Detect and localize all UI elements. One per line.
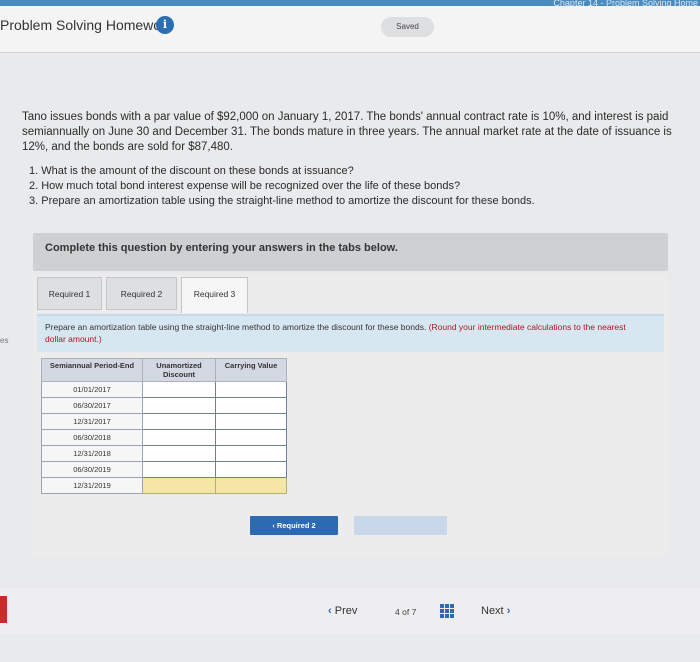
unamortized-discount-input[interactable] [142,477,216,494]
tab-required-3[interactable]: Required 3 [181,277,248,313]
period-cell: 12/31/2019 [41,477,143,494]
next-required-button[interactable] [354,516,447,535]
header-period: Semiannual Period-End [41,358,143,382]
tab-required-1[interactable]: Required 1 [37,277,102,310]
carrying-value-input[interactable] [215,413,287,430]
grid-icon[interactable] [440,604,454,618]
side-tab[interactable] [0,596,7,623]
total-pages: 7 [411,607,417,617]
table-row: 12/31/2018 [41,445,287,462]
amortization-table: Semiannual Period-End Unamortized Discou… [41,358,287,494]
carrying-value-input[interactable] [215,397,287,414]
carrying-value-input[interactable] [215,445,287,462]
carrying-value-input[interactable] [215,461,287,478]
table-row: 12/31/2017 [41,413,287,430]
table-row: 06/30/2018 [41,429,287,446]
period-cell: 12/31/2018 [41,445,143,462]
unamortized-discount-input[interactable] [142,429,216,446]
header-unamortized-discount: Unamortized Discount [142,358,216,382]
step-1: 1. What is the amount of the discount on… [29,165,354,177]
prev-label: Prev [334,605,358,617]
header: Problem Solving Homework i Saved [0,6,700,53]
side-label: es [0,336,9,345]
table-row: 01/01/2017 [41,381,287,398]
question-text: Tano issues bonds with a par value of $9… [22,111,672,153]
prev-required-button[interactable]: ‹ Required 2 [250,516,338,535]
unamortized-discount-input[interactable] [142,397,216,414]
step-2: 2. How much total bond interest expense … [29,180,461,192]
question-steps: 1. What is the amount of the discount on… [29,164,535,209]
step-3: 3. Prepare an amortization table using t… [29,195,535,207]
next-label: Next [481,605,504,617]
current-page: 4 [395,607,400,617]
carrying-value-input[interactable] [215,429,287,446]
tab-required-2[interactable]: Required 2 [106,277,177,310]
prev-required-label: Required 2 [276,521,316,530]
period-cell: 01/01/2017 [41,381,143,398]
period-cell: 06/30/2017 [41,397,143,414]
complete-instructions-box: Complete this question by entering your … [33,233,668,271]
table-row: 12/31/2019 [41,477,287,494]
unamortized-discount-input[interactable] [142,461,216,478]
complete-instructions: Complete this question by entering your … [45,242,398,254]
instruction-text: Prepare an amortization table using the … [45,321,645,345]
header-carrying-value: Carrying Value [215,358,287,382]
table-row: 06/30/2017 [41,397,287,414]
period-cell: 06/30/2018 [41,429,143,446]
instruction-box: Prepare an amortization table using the … [37,314,664,352]
unamortized-discount-input[interactable] [142,381,216,398]
chevron-left-icon: ‹ [328,605,332,617]
carrying-value-input[interactable] [215,381,287,398]
prev-button[interactable]: ‹ Prev [328,605,357,617]
saved-status-badge: Saved [381,17,434,37]
page-indicator: 4 of 7 [395,607,416,617]
next-button[interactable]: Next › [481,605,510,617]
unamortized-discount-input[interactable] [142,413,216,430]
unamortized-discount-input[interactable] [142,445,216,462]
table-row: 06/30/2019 [41,461,287,478]
instruction-main: Prepare an amortization table using the … [45,322,427,332]
page-title: Problem Solving Homework [0,17,173,33]
chevron-right-icon: › [506,605,511,617]
period-cell: 06/30/2019 [41,461,143,478]
page-of: of [402,607,410,617]
info-icon[interactable]: i [156,16,174,34]
carrying-value-input[interactable] [215,477,287,494]
period-cell: 12/31/2017 [41,413,143,430]
